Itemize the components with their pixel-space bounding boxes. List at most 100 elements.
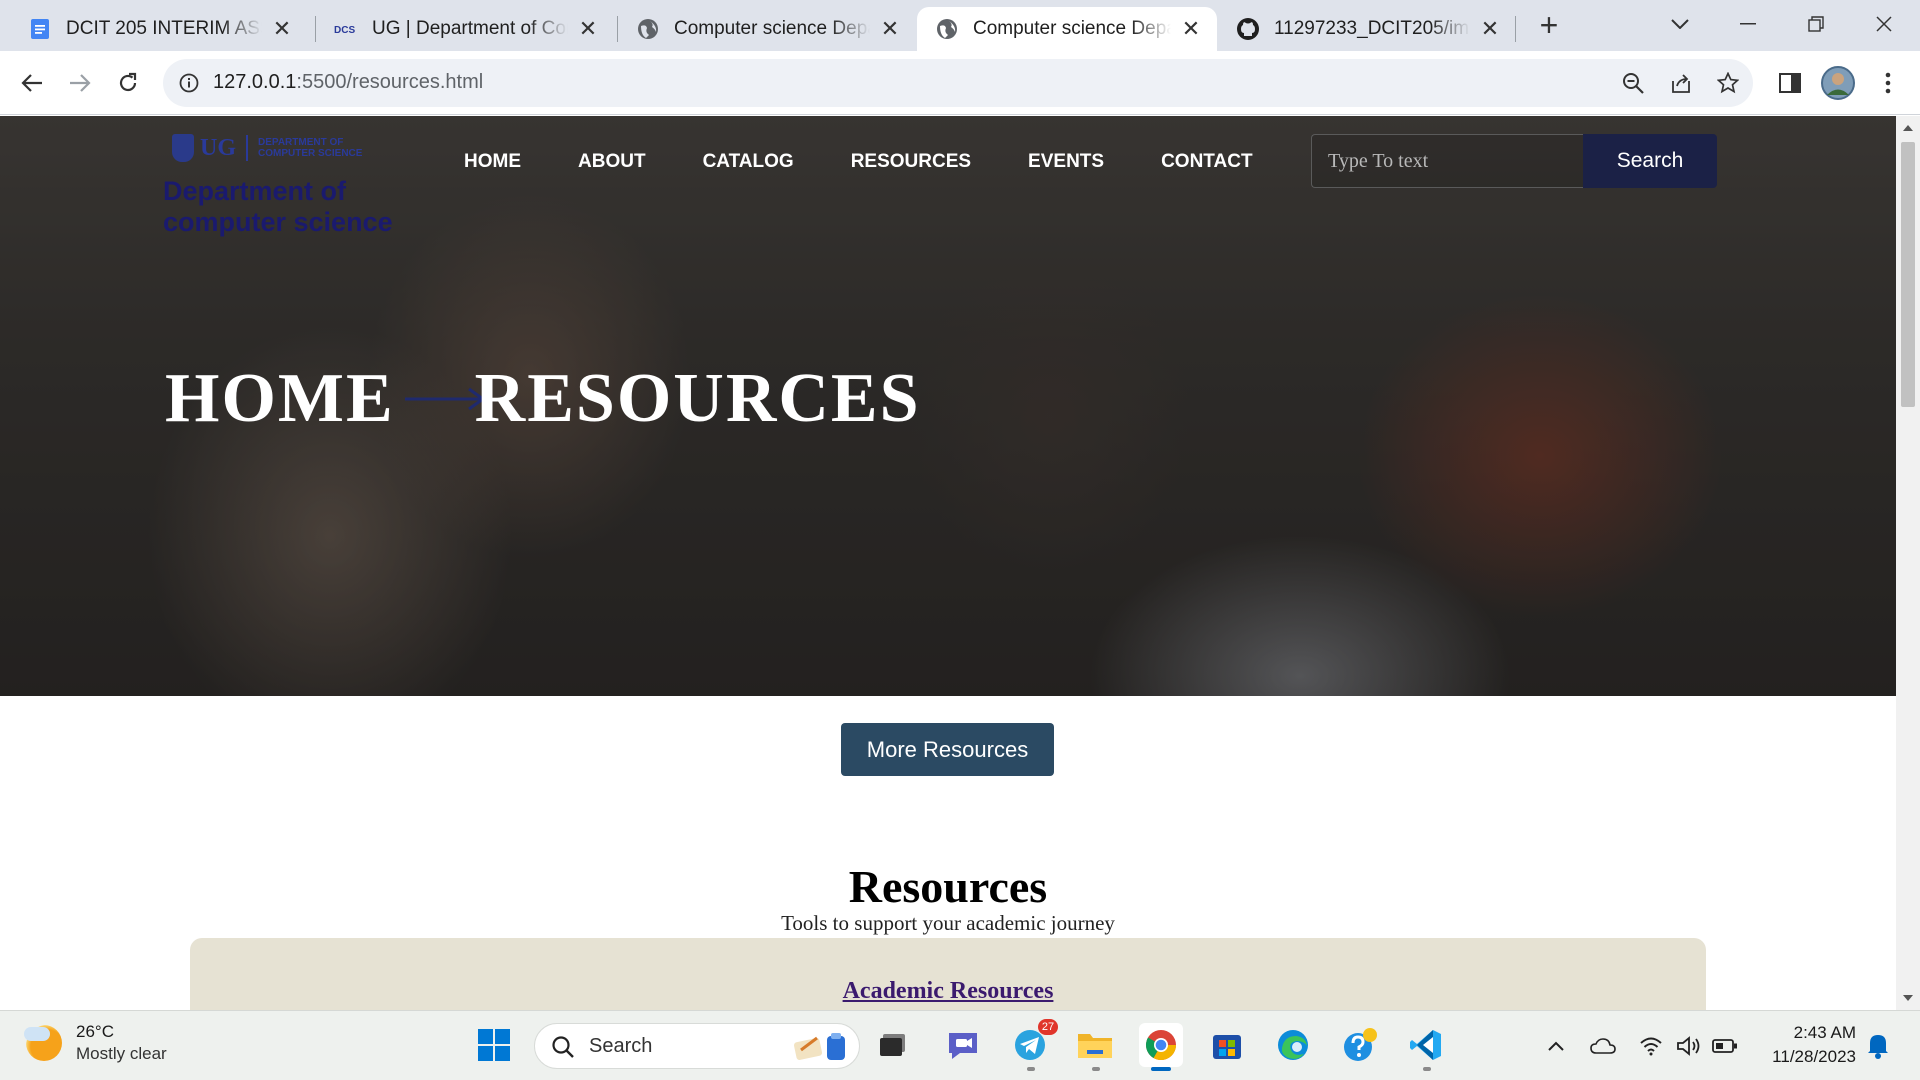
tab-cs-department-1[interactable]: Computer science Department ✕ [618,7,916,51]
bookmark-star-icon[interactable] [1714,69,1742,97]
scrollbar-thumb[interactable] [1901,142,1915,407]
chrome-icon[interactable] [1139,1023,1183,1067]
telegram-badge: 27 [1038,1019,1058,1035]
logo-dept-text: DEPARTMENT OF COMPUTER SCIENCE [258,137,362,159]
close-icon[interactable]: ✕ [576,16,600,41]
page-viewport: UG DEPARTMENT OF COMPUTER SCIENCE Depart… [0,116,1896,1010]
nav-contact[interactable]: CONTACT [1161,151,1252,173]
site-search-input[interactable] [1311,134,1583,188]
svg-text:DCS: DCS [334,25,355,36]
search-highlight-icon [793,1033,845,1060]
close-icon[interactable]: ✕ [270,16,294,41]
site-search-button[interactable]: Search [1583,134,1717,188]
teams-chat-icon[interactable] [941,1023,985,1067]
site-logo[interactable]: UG DEPARTMENT OF COMPUTER SCIENCE [172,134,362,162]
restore-button[interactable] [1796,8,1836,40]
nav-events[interactable]: EVENTS [1028,151,1104,173]
vscode-icon[interactable] [1404,1023,1448,1067]
tab-separator [1515,16,1516,42]
scroll-up-arrow-icon[interactable] [1896,116,1920,140]
get-help-icon[interactable] [1338,1023,1382,1067]
battery-icon[interactable] [1712,1033,1738,1059]
new-tab-button[interactable]: + [1537,9,1561,42]
tab-cs-department-active[interactable]: Computer science Department ✕ [917,7,1217,51]
globe-icon [935,17,959,41]
task-view-icon[interactable] [872,1023,916,1067]
chrome-menu-icon[interactable] [1870,65,1906,101]
tab-github[interactable]: 11297233_DCIT205/images ✕ [1218,7,1516,51]
github-icon [1236,17,1260,41]
start-button[interactable] [472,1023,516,1067]
zoom-icon[interactable] [1619,69,1647,97]
nav-catalog[interactable]: CATALOG [703,151,794,173]
more-resources-button[interactable]: More Resources [841,723,1054,776]
close-icon[interactable]: ✕ [1179,16,1203,41]
edge-icon[interactable] [1271,1023,1315,1067]
address-bar[interactable]: 127.0.0.1:5500/resources.html [163,59,1753,107]
tab-search-dropdown-icon[interactable] [1660,8,1700,40]
file-explorer-icon[interactable] [1073,1023,1117,1067]
microsoft-store-icon[interactable] [1205,1023,1249,1067]
site-title-line2: computer science [163,207,393,237]
weather-condition: Mostly clear [76,1044,167,1063]
running-indicator [1092,1067,1100,1071]
weather-widget[interactable]: 26°C Mostly clear [24,1021,167,1065]
clock-time: 2:43 AM [1793,1023,1856,1042]
breadcrumb-home[interactable]: HOME [165,359,395,439]
scroll-down-arrow-icon[interactable] [1896,986,1920,1010]
browser-toolbar: 127.0.0.1:5500/resources.html [0,51,1920,115]
wifi-icon[interactable] [1638,1033,1664,1059]
taskbar-search[interactable]: Search [534,1023,860,1069]
nav-about[interactable]: ABOUT [578,151,646,173]
site-title-line1: Department of [163,176,347,206]
telegram-icon[interactable]: 27 [1008,1019,1058,1067]
side-panel-icon[interactable] [1772,65,1808,101]
close-icon[interactable]: ✕ [878,16,902,41]
globe-icon [636,17,660,41]
logo-dept-line2: COMPUTER SCIENCE [258,148,363,159]
weather-temperature: 26°C [76,1022,114,1041]
volume-icon[interactable] [1676,1033,1702,1059]
active-indicator [1151,1067,1171,1071]
forward-button[interactable] [62,65,98,101]
nav-home[interactable]: HOME [464,151,521,173]
close-icon[interactable]: ✕ [1478,16,1502,41]
academic-resources-link[interactable]: Academic Resources [190,978,1706,1005]
weather-moon-icon [24,1025,62,1061]
minimize-button[interactable] [1728,8,1768,40]
section-subtitle: Tools to support your academic journey [781,911,1115,935]
windows-taskbar: 26°C Mostly clear Search 27 2:43 AM 11/2… [0,1010,1920,1080]
tab-title: 11297233_DCIT205/images [1274,18,1470,39]
page-scrollbar[interactable] [1896,116,1920,1010]
section-title: Resources [848,861,1048,912]
google-docs-icon [28,17,52,41]
logo-divider [246,135,248,161]
logo-dept-line1: DEPARTMENT OF [258,137,344,148]
close-window-button[interactable] [1864,8,1904,40]
resources-card: Academic Resources [190,938,1706,1010]
logo-text: UG [200,134,236,161]
search-icon [552,1036,574,1058]
ug-dcs-icon: DCS [334,17,358,41]
reload-button[interactable] [110,65,146,101]
system-clock[interactable]: 2:43 AM 11/28/2023 [1746,1021,1856,1069]
notification-bell-icon[interactable] [1866,1031,1892,1061]
site-title: Department of computer science [163,176,393,238]
show-hidden-icons-chevron-icon[interactable] [1543,1033,1569,1059]
share-icon[interactable] [1667,69,1695,97]
browser-tab-bar: DCIT 205 INTERIM ASSESSMENT ✕ DCS UG | D… [0,0,1920,51]
nav-resources[interactable]: RESOURCES [851,151,971,173]
back-button[interactable] [14,65,50,101]
tab-title: UG | Department of Computer Science [372,18,568,39]
tab-dcit205[interactable]: DCIT 205 INTERIM ASSESSMENT ✕ [10,7,308,51]
profile-avatar[interactable] [1820,65,1856,101]
breadcrumb: HOME RESOURCES [165,359,921,439]
tab-ug-dcs[interactable]: DCS UG | Department of Computer Science … [316,7,614,51]
clock-date: 11/28/2023 [1772,1047,1856,1066]
onedrive-icon[interactable] [1590,1033,1616,1059]
running-indicator [1027,1067,1035,1071]
taskbar-search-label: Search [589,1035,653,1057]
url-text[interactable]: 127.0.0.1:5500/resources.html [213,71,483,94]
main-nav: HOME ABOUT CATALOG RESOURCES EVENTS CONT… [464,151,1310,173]
site-info-icon[interactable] [175,69,203,97]
